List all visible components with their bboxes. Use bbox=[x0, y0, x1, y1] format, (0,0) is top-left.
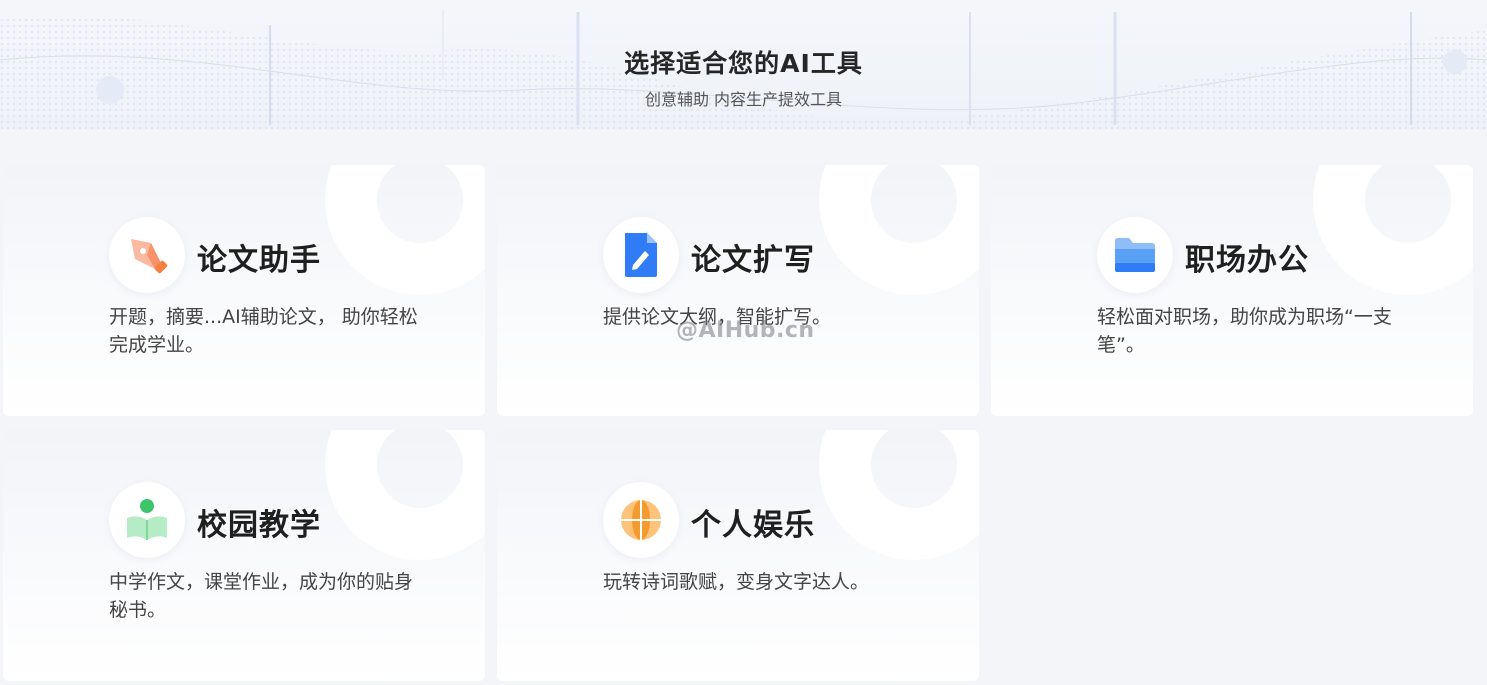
ring-decoration bbox=[325, 430, 485, 560]
tool-card-campus-teaching[interactable]: 校园教学 中学作文，课堂作业，成为你的贴身秘书。 bbox=[3, 430, 485, 681]
card-description: 玩转诗词歌赋，变身文字达人。 bbox=[603, 571, 870, 593]
ring-decoration bbox=[1313, 165, 1473, 295]
page-subtitle: 创意辅助 内容生产提效工具 bbox=[644, 90, 843, 109]
folder-icon bbox=[1097, 217, 1173, 293]
card-description: 开题，摘要...AI辅助论文， 助你轻松完成学业。 bbox=[109, 306, 418, 356]
globe-icon bbox=[603, 482, 679, 558]
card-title: 论文助手 bbox=[197, 243, 321, 278]
pen-nib-icon bbox=[109, 217, 185, 293]
card-title: 职场办公 bbox=[1185, 243, 1309, 278]
tool-card-personal-entertainment[interactable]: 个人娱乐 玩转诗词歌赋，变身文字达人。 bbox=[497, 430, 979, 681]
card-description: 轻松面对职场，助你成为职场“一支笔”。 bbox=[1097, 306, 1392, 356]
card-title: 论文扩写 bbox=[691, 243, 815, 278]
ring-decoration bbox=[819, 430, 979, 560]
tool-card-thesis-assistant[interactable]: 论文助手 开题，摘要...AI辅助论文， 助你轻松完成学业。 bbox=[3, 165, 485, 416]
document-edit-icon bbox=[603, 217, 679, 293]
tool-card-thesis-expansion[interactable]: 论文扩写 提供论文大纲，智能扩写。 bbox=[497, 165, 979, 416]
reading-student-icon bbox=[109, 482, 185, 558]
card-description: 中学作文，课堂作业，成为你的贴身秘书。 bbox=[109, 571, 414, 621]
card-title: 校园教学 bbox=[197, 508, 321, 543]
page-title: 选择适合您的AI工具 bbox=[624, 49, 863, 78]
tool-card-workplace-office[interactable]: 职场办公 轻松面对职场，助你成为职场“一支笔”。 bbox=[991, 165, 1473, 416]
header-banner: 选择适合您的AI工具 创意辅助 内容生产提效工具 bbox=[0, 0, 1487, 130]
ring-decoration bbox=[325, 165, 485, 295]
card-title: 个人娱乐 bbox=[691, 508, 815, 543]
ring-decoration bbox=[819, 165, 979, 295]
watermark-text: @AIHub.cn bbox=[676, 318, 815, 343]
